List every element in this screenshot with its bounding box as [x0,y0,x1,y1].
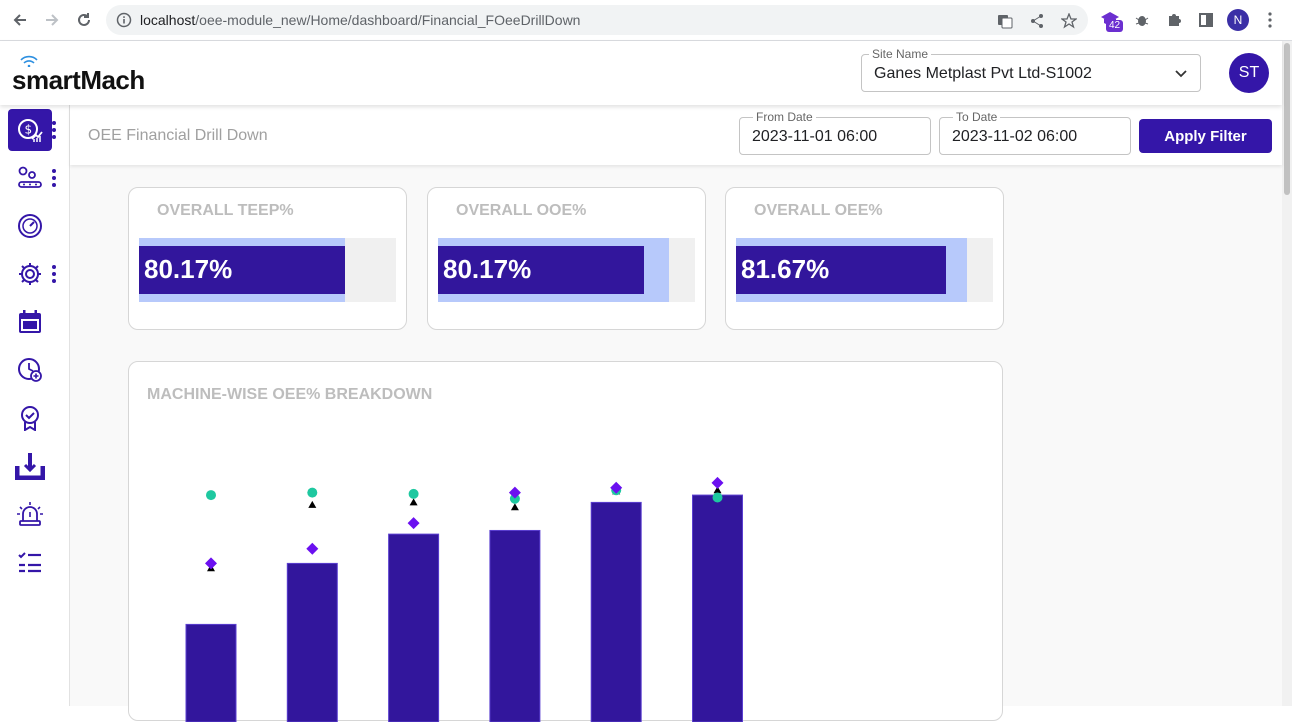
browser-toolbar: localhost/oee-module_new/Home/dashboard/… [0,0,1292,41]
chart-point-triangle [308,500,317,508]
kpi-card-ooe: OVERALL OOE% 80.17% [427,187,706,330]
kpi-bullet-bar: 81.67% [736,238,993,302]
settings-icon [19,263,41,285]
site-name-value: Ganes Metplast Pvt Ltd-S1002 [874,65,1092,82]
chart-point-circle [206,490,216,501]
chart-bar [185,623,237,722]
chart-point-triangle [409,498,418,506]
chart-point-circle [307,487,318,498]
translate-icon[interactable] [996,12,1014,30]
to-date-field[interactable]: To Date 2023-11-02 06:00 [939,110,1131,155]
sidebar-item-alarm[interactable] [8,493,52,535]
to-date-value: 2023-11-02 06:00 [952,128,1078,145]
site-info-icon[interactable] [116,12,132,33]
apply-filter-button[interactable]: Apply Filter [1139,119,1272,153]
bookmark-star-icon[interactable] [1060,12,1078,30]
kpi-bullet-bar: 80.17% [139,238,396,302]
bug-extension-icon[interactable] [1132,10,1152,30]
app-header: smartMach Site Name Ganes Metplast Pvt L… [0,41,1282,105]
download-icon [15,453,45,480]
from-date-value: 2023-11-01 06:00 [752,128,878,145]
settings-menu-dots-icon[interactable] [51,265,57,283]
sidebar: $ [0,105,70,706]
dashboard-content: OVERALL TEEP% 80.17% OVERALL OOE% 80.17%… [70,165,1282,722]
sidebar-item-production[interactable] [8,157,52,199]
page-title: OEE Financial Drill Down [88,127,268,144]
chart-point-diamond [205,557,217,570]
alarm-icon [17,502,43,526]
page-scrollbar[interactable] [1282,41,1292,706]
extension-badge: 42 [1106,20,1124,32]
share-icon[interactable] [1028,12,1046,30]
financial-icon: $ [18,119,43,142]
kpi-title: OVERALL OOE% [456,202,587,219]
forward-icon[interactable] [40,8,64,32]
chart-point-diamond [306,542,319,555]
reload-icon[interactable] [72,8,96,32]
kpi-card-oee: OVERALL OEE% 81.67% [725,187,1004,330]
kpi-card-teep: OVERALL TEEP% 80.17% [128,187,407,330]
chart-point-diamond [407,517,420,530]
browser-menu-icon[interactable] [1260,10,1280,30]
sidebar-item-calendar[interactable] [8,301,52,343]
machine-oee-chart-card: MACHINE-WISE OEE% BREAKDOWN [128,361,1003,722]
sidebar-item-checklist[interactable] [8,541,52,583]
back-icon[interactable] [8,8,32,32]
production-menu-dots-icon[interactable] [51,169,57,187]
site-name-label: Site Name [869,47,932,61]
from-date-label: From Date [753,110,816,124]
filter-toolbar: OEE Financial Drill Down From Date 2023-… [70,105,1282,165]
user-avatar[interactable]: ST [1229,53,1269,93]
address-bar[interactable]: localhost/oee-module_new/Home/dashboard/… [106,5,1088,35]
chart-point-diamond [711,476,724,489]
chart-bar [590,501,642,722]
browser-profile-avatar[interactable]: N [1227,9,1249,31]
sidebar-item-gauge[interactable] [8,205,52,247]
url-text: localhost/oee-module_new/Home/dashboard/… [140,12,581,28]
gauge-icon [18,214,42,238]
clock-add-icon [18,358,42,382]
production-icon [18,166,42,188]
kpi-value: 80.17% [144,254,233,284]
chart-point-triangle [510,503,519,511]
calendar-icon [19,310,41,333]
scrollbar-thumb[interactable] [1284,43,1290,195]
sidebar-item-financial[interactable]: $ [8,109,52,151]
kpi-title: OVERALL OEE% [754,202,883,219]
site-name-select[interactable]: Site Name Ganes Metplast Pvt Ltd-S1002 [861,47,1201,92]
chart-bar [489,529,541,722]
kpi-value: 80.17% [443,254,532,284]
award-icon [21,406,39,431]
to-date-label: To Date [953,110,1001,124]
chevron-down-icon [1174,66,1188,85]
financial-menu-dots-icon[interactable] [51,121,57,139]
from-date-field[interactable]: From Date 2023-11-01 06:00 [739,110,931,155]
sidebar-item-award[interactable] [8,397,52,439]
logo-text: smartMach [12,65,145,95]
chart-point-circle [408,488,419,499]
chart-bar [692,494,743,722]
kpi-bullet-bar: 80.17% [438,238,695,302]
svg-text:$: $ [25,123,33,137]
side-panel-icon[interactable] [1196,10,1216,30]
sidebar-item-settings[interactable] [8,253,52,295]
chart-point-circle [712,492,723,503]
kpi-title: OVERALL TEEP% [157,202,294,219]
chart-bar [286,562,338,722]
kpi-value: 81.67% [741,254,830,284]
machine-oee-chart [185,476,743,722]
sidebar-item-download[interactable] [8,445,52,487]
extensions-puzzle-icon[interactable] [1164,10,1184,30]
chart-bar [388,533,440,722]
sidebar-item-clock[interactable] [8,349,52,391]
checklist-icon [18,552,41,573]
